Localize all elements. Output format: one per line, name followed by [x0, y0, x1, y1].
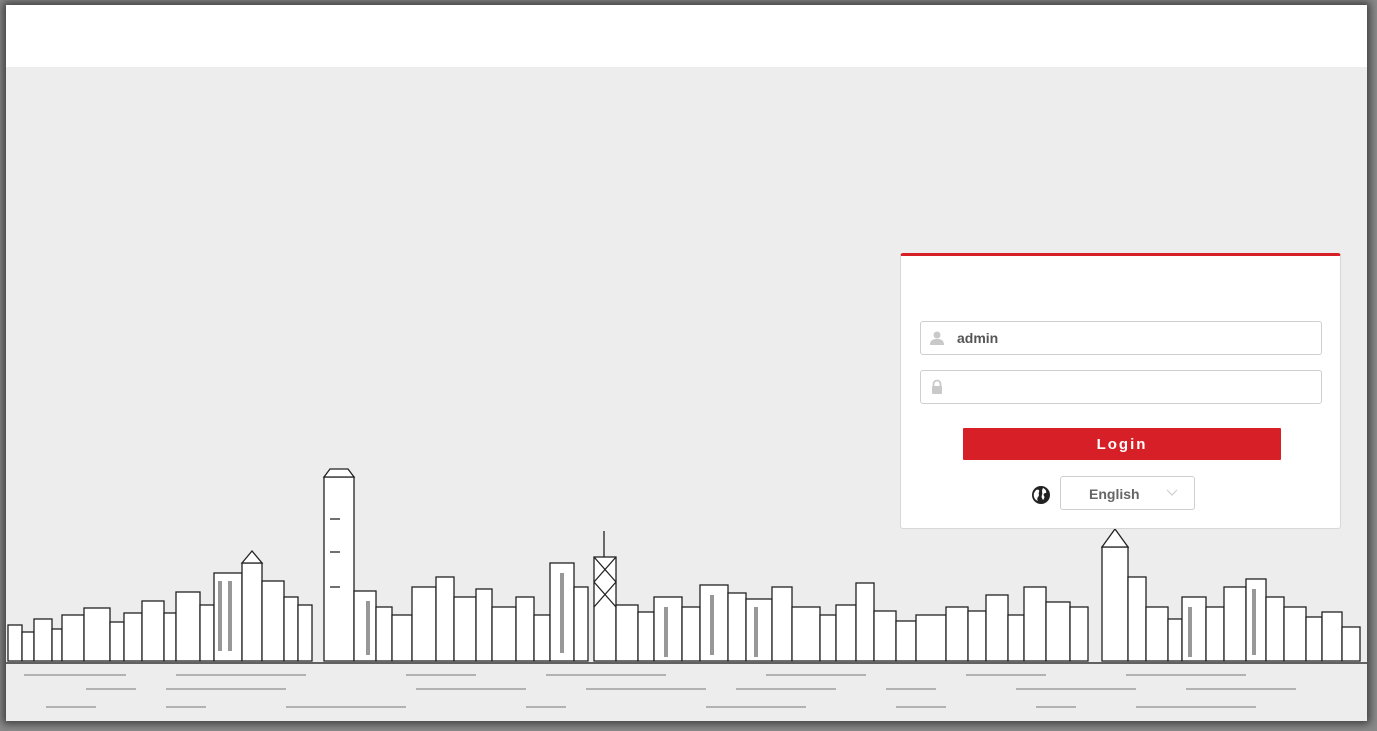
password-field[interactable] — [920, 370, 1322, 404]
username-input[interactable] — [957, 322, 1317, 354]
chevron-down-icon — [1166, 489, 1178, 496]
lock-icon — [932, 379, 942, 394]
user-icon — [930, 331, 944, 345]
top-bar — [6, 5, 1367, 67]
language-select-value: English — [1089, 486, 1140, 502]
login-panel: Login English — [900, 253, 1341, 529]
browser-window: Login English — [6, 5, 1367, 721]
login-button[interactable]: Login — [963, 428, 1281, 460]
language-select[interactable]: English — [1060, 476, 1195, 510]
username-field[interactable] — [920, 321, 1322, 355]
globe-icon — [1032, 486, 1050, 504]
password-input[interactable] — [957, 371, 1317, 403]
